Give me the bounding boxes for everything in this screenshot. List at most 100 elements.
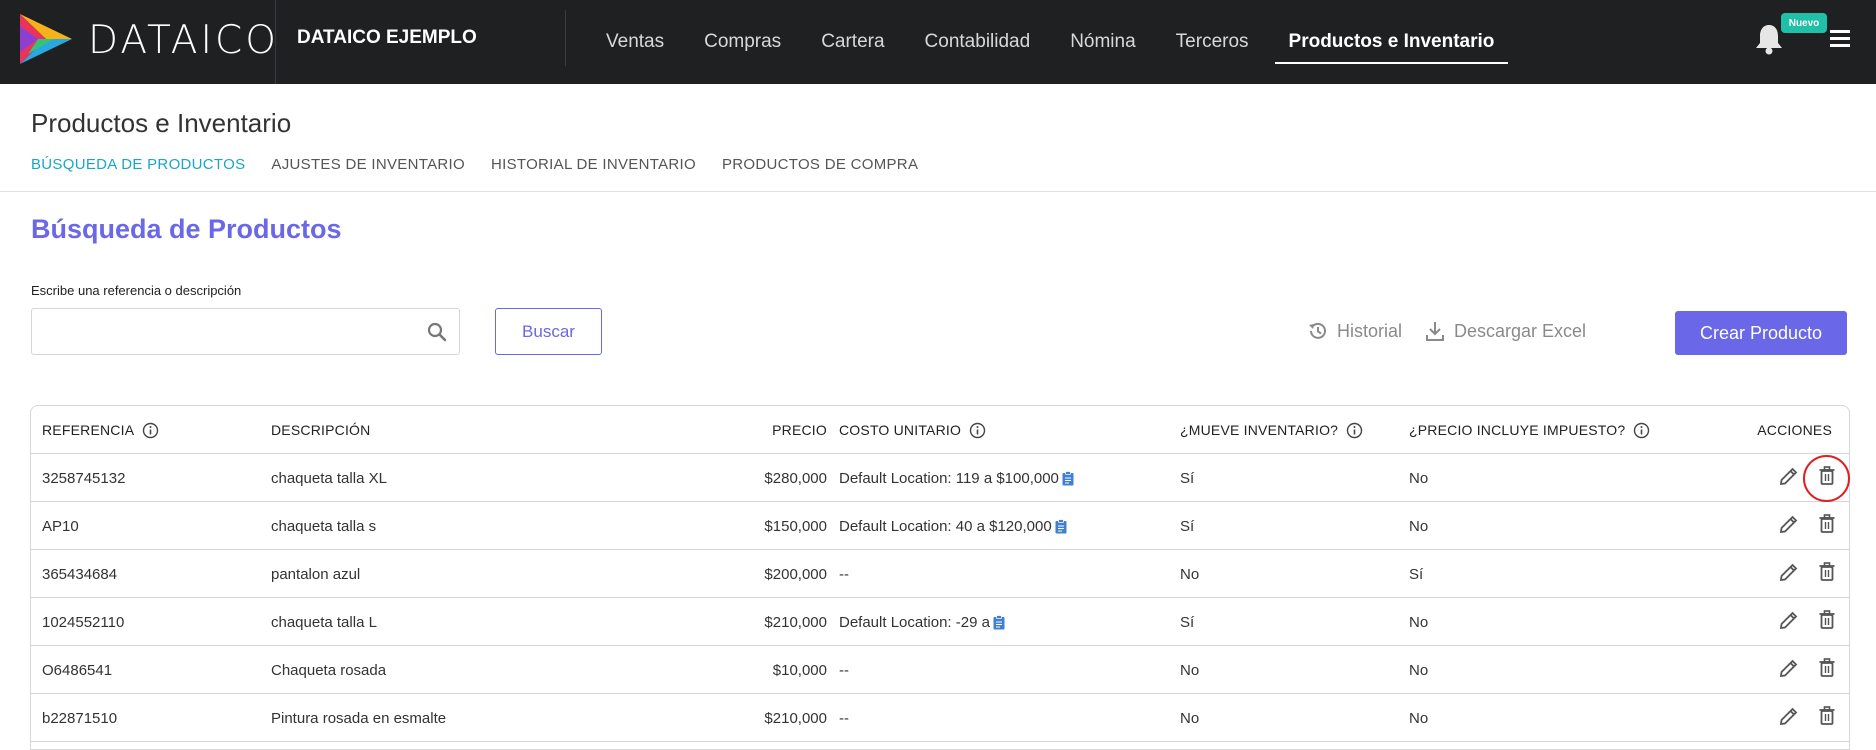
table-row[interactable]: b22871510 Pintura rosada en esmalte $210,0… xyxy=(31,694,1849,742)
cell-referencia: 1024552110 xyxy=(42,613,125,631)
edit-button[interactable] xyxy=(1777,464,1801,492)
cell-descripcion: pantalon azul xyxy=(271,565,361,583)
cell-acciones xyxy=(1777,646,1839,694)
cell-precio-incluye-impuesto: No xyxy=(1409,709,1429,727)
nav-item-nomina[interactable]: Nómina xyxy=(1050,0,1155,84)
descargar-excel-button[interactable]: Descargar Excel xyxy=(1424,320,1586,342)
delete-button[interactable] xyxy=(1815,560,1839,588)
delete-trash-icon[interactable] xyxy=(1815,608,1839,632)
info-icon[interactable] xyxy=(1633,422,1650,439)
delete-button[interactable] xyxy=(1815,512,1839,540)
table-header-row: REFERENCIA DESCRIPCIÓN PRECIO COSTO UNIT… xyxy=(31,406,1849,454)
table-row[interactable]: 365434684 pantalon azul $200,000 -- No Sí xyxy=(31,550,1849,598)
edit-button[interactable] xyxy=(1777,560,1801,588)
info-icon[interactable] xyxy=(1346,422,1363,439)
header-referencia: REFERENCIA xyxy=(42,406,159,454)
tab-ajustes-inventario[interactable]: AJUSTES DE INVENTARIO xyxy=(271,156,465,173)
crear-producto-button[interactable]: Crear Producto xyxy=(1675,311,1847,355)
delete-trash-icon[interactable] xyxy=(1815,560,1839,584)
cell-mueve-inventario: Sí xyxy=(1180,517,1195,535)
cell-precio: $210,000 xyxy=(764,613,827,631)
descargar-excel-label: Descargar Excel xyxy=(1454,320,1587,341)
costo-text: Default Location: 40 a $120,000 xyxy=(839,517,1052,535)
delete-trash-icon[interactable] xyxy=(1815,656,1839,680)
table-row[interactable]: 3258745132 chaqueta talla XL $280,000 Defau… xyxy=(31,454,1849,502)
info-icon[interactable] xyxy=(142,422,159,439)
costo-text: Default Location: -29 a xyxy=(839,613,990,631)
divider xyxy=(0,191,1876,192)
search-input[interactable] xyxy=(32,309,402,354)
cell-precio: $150,000 xyxy=(764,517,827,535)
tab-busqueda-productos[interactable]: BÚSQUEDA DE PRODUCTOS xyxy=(31,156,245,173)
section-title: Búsqueda de Productos xyxy=(31,214,342,244)
cell-descripcion: chaqueta talla XL xyxy=(271,469,387,487)
nav-item-productos-inventario[interactable]: Productos e Inventario xyxy=(1269,0,1515,84)
tab-historial-inventario[interactable]: HISTORIAL DE INVENTARIO xyxy=(491,156,696,173)
edit-pencil-icon[interactable] xyxy=(1777,560,1801,584)
nav-item-cartera[interactable]: Cartera xyxy=(801,0,904,84)
nav-item-compras[interactable]: Compras xyxy=(684,0,801,84)
header-costo-unitario: COSTO UNITARIO xyxy=(839,406,986,454)
delete-button[interactable] xyxy=(1815,704,1839,732)
costo-text: -- xyxy=(839,709,849,727)
clipboard-icon[interactable] xyxy=(993,614,1005,630)
edit-pencil-icon[interactable] xyxy=(1777,608,1801,632)
historial-label: Historial xyxy=(1337,320,1403,341)
header-label: ¿MUEVE INVENTARIO? xyxy=(1180,422,1339,438)
cell-acciones xyxy=(1777,598,1839,646)
delete-trash-icon[interactable] xyxy=(1815,704,1839,728)
cell-costo-unitario: Default Location: 40 a $120,000 xyxy=(839,502,1067,550)
brand-name[interactable]: DATAICO xyxy=(88,18,279,63)
cell-referencia: AP10 xyxy=(42,517,79,535)
delete-button[interactable] xyxy=(1815,608,1839,636)
nav-item-contabilidad[interactable]: Contabilidad xyxy=(905,0,1051,84)
cell-referencia: b22871510 xyxy=(42,709,118,727)
company-name[interactable]: DATAICO EJEMPLO xyxy=(297,27,477,49)
dataico-logo-icon[interactable] xyxy=(20,14,72,64)
cell-mueve-inventario: Sí xyxy=(1180,469,1195,487)
download-icon xyxy=(1426,322,1444,341)
edit-button[interactable] xyxy=(1777,608,1801,636)
historial-button[interactable]: Historial xyxy=(1307,320,1402,342)
buscar-button[interactable]: Buscar xyxy=(495,308,602,355)
tab-productos-compra[interactable]: PRODUCTOS DE COMPRA xyxy=(722,156,918,173)
edit-pencil-icon[interactable] xyxy=(1777,464,1801,488)
table-row[interactable]: O6486541 Chaqueta rosada $10,000 -- No No xyxy=(31,646,1849,694)
cell-costo-unitario: Default Location: -29 a xyxy=(839,598,1005,646)
table-row[interactable]: AP10 chaqueta talla s $150,000 Default Loca… xyxy=(31,502,1849,550)
cell-precio-incluye-impuesto: No xyxy=(1409,661,1429,679)
delete-button[interactable] xyxy=(1815,656,1839,684)
cell-mueve-inventario: No xyxy=(1180,565,1200,583)
cell-costo-unitario: -- xyxy=(839,694,849,742)
clipboard-icon[interactable] xyxy=(1055,518,1067,534)
cell-referencia: O6486541 xyxy=(42,661,113,679)
edit-pencil-icon[interactable] xyxy=(1777,512,1801,536)
table-row[interactable]: 1024552110 chaqueta talla L $210,000 Defaul… xyxy=(31,598,1849,646)
header-label: ¿PRECIO INCLUYE IMPUESTO? xyxy=(1409,422,1626,438)
edit-pencil-icon[interactable] xyxy=(1777,656,1801,680)
cell-descripcion: Pintura rosada en esmalte xyxy=(271,709,447,727)
delete-trash-icon[interactable] xyxy=(1815,512,1839,536)
products-table: REFERENCIA DESCRIPCIÓN PRECIO COSTO UNIT… xyxy=(30,405,1850,750)
cell-mueve-inventario: No xyxy=(1180,661,1200,679)
cell-costo-unitario: Default Location: 119 a $100,000 xyxy=(839,454,1074,502)
edit-button[interactable] xyxy=(1777,656,1801,684)
hamburger-menu-icon[interactable] xyxy=(1830,30,1850,48)
cell-costo-unitario: -- xyxy=(839,646,849,694)
highlight-circle xyxy=(1803,455,1850,502)
edit-button[interactable] xyxy=(1777,704,1801,732)
cell-acciones xyxy=(1777,694,1839,742)
info-icon[interactable] xyxy=(969,422,986,439)
edit-pencil-icon[interactable] xyxy=(1777,704,1801,728)
main-nav: Ventas Compras Cartera Contabilidad Nómi… xyxy=(586,0,1514,84)
search-label: Escribe una referencia o descripción xyxy=(31,283,242,298)
cell-precio: $200,000 xyxy=(764,565,827,583)
nav-item-ventas[interactable]: Ventas xyxy=(586,0,684,84)
history-icon xyxy=(1309,322,1326,339)
header-acciones: ACCIONES xyxy=(1757,422,1832,438)
cell-mueve-inventario: Sí xyxy=(1180,613,1195,631)
clipboard-icon[interactable] xyxy=(1062,470,1074,486)
search-icon[interactable] xyxy=(427,322,447,342)
edit-button[interactable] xyxy=(1777,512,1801,540)
nav-item-terceros[interactable]: Terceros xyxy=(1156,0,1269,84)
